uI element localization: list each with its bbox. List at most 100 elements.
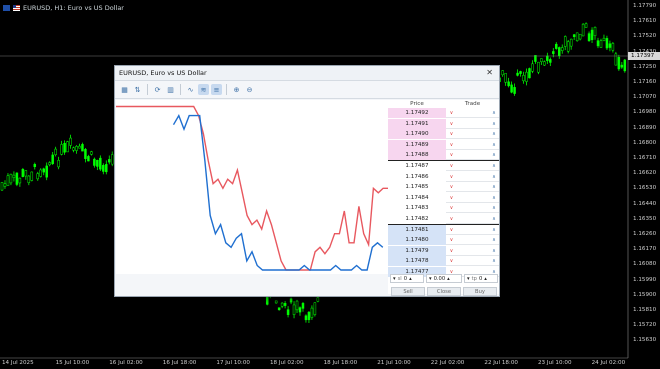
- candle-body: [593, 27, 597, 37]
- depth-row[interactable]: 1.17492 ∨ ∧: [388, 108, 499, 118]
- depth-chart-icon[interactable]: ≋: [198, 84, 209, 95]
- candle-body: [24, 170, 28, 177]
- trade-cell[interactable]: [457, 140, 489, 150]
- chevron-up-icon[interactable]: ∧: [489, 172, 499, 182]
- tick-chart-icon[interactable]: ∿: [185, 84, 196, 95]
- ladder-icon[interactable]: ⇅: [132, 84, 143, 95]
- chevron-up-icon[interactable]: ∧: [489, 119, 499, 129]
- trade-cell[interactable]: [457, 108, 489, 118]
- depth-row[interactable]: 1.17486 ∨ ∧: [388, 171, 499, 182]
- chevron-down-icon[interactable]: ∨: [446, 193, 457, 203]
- depth-row[interactable]: 1.17478 ∨ ∧: [388, 256, 499, 267]
- chevron-up-icon[interactable]: ▴: [484, 276, 487, 282]
- chevron-down-icon[interactable]: ∨: [446, 256, 457, 266]
- chevron-down-icon[interactable]: ▾: [429, 276, 432, 282]
- candle-body: [15, 172, 19, 185]
- chevron-down-icon[interactable]: ∨: [446, 203, 457, 213]
- trade-cell[interactable]: [457, 203, 489, 213]
- trade-cell[interactable]: [457, 161, 489, 171]
- trade-cell[interactable]: [457, 256, 489, 266]
- dialog-titlebar[interactable]: EURUSD, Euro vs US Dollar ✕: [115, 66, 499, 81]
- chevron-up-icon[interactable]: ∧: [489, 108, 499, 118]
- chevron-down-icon[interactable]: ∨: [446, 182, 457, 192]
- chevron-up-icon[interactable]: ∧: [489, 140, 499, 150]
- candle-body: [307, 311, 311, 321]
- chevron-down-icon[interactable]: ∨: [446, 150, 457, 160]
- trade-cell[interactable]: [457, 150, 489, 160]
- trade-cell[interactable]: [457, 225, 489, 235]
- bars-icon[interactable]: ≡: [211, 84, 222, 95]
- chevron-down-icon[interactable]: ∨: [446, 119, 457, 129]
- chevron-down-icon[interactable]: ▾: [467, 276, 470, 282]
- chevron-up-icon[interactable]: ▴: [409, 276, 412, 282]
- chevron-up-icon[interactable]: ∧: [489, 150, 499, 160]
- depth-row[interactable]: 1.17487 ∨ ∧: [388, 161, 499, 171]
- chevron-down-icon[interactable]: ∨: [446, 214, 457, 224]
- close-icon[interactable]: ✕: [486, 68, 493, 77]
- depth-row[interactable]: 1.17489 ∨ ∧: [388, 139, 499, 150]
- columns-icon[interactable]: ▥: [165, 84, 176, 95]
- candle-body: [27, 175, 31, 183]
- chevron-up-icon[interactable]: ▴: [447, 276, 450, 282]
- trade-cell[interactable]: [457, 246, 489, 256]
- chevron-up-icon[interactable]: ∧: [489, 182, 499, 192]
- chevron-down-icon[interactable]: ∨: [446, 108, 457, 118]
- candle-body: [99, 157, 102, 170]
- stop-loss-field[interactable]: ▾ sl 0 ▴: [390, 274, 424, 283]
- trade-cell[interactable]: [457, 172, 489, 182]
- candle-body: [578, 33, 582, 40]
- chevron-down-icon[interactable]: ∨: [446, 225, 457, 235]
- sell-button[interactable]: Sell: [391, 287, 425, 296]
- candle-body: [558, 47, 561, 57]
- candle-body: [563, 36, 567, 47]
- chevron-down-icon[interactable]: ∨: [446, 235, 457, 245]
- chevron-up-icon[interactable]: ∧: [489, 225, 499, 235]
- chevron-down-icon[interactable]: ∨: [446, 140, 457, 150]
- chevron-down-icon[interactable]: ∨: [446, 161, 457, 171]
- trade-cell[interactable]: [457, 235, 489, 245]
- depth-price: 1.17483: [388, 203, 446, 214]
- chevron-up-icon[interactable]: ∧: [489, 235, 499, 245]
- take-profit-field[interactable]: ▾ tp 0 ▴: [464, 274, 498, 283]
- close-position-button[interactable]: Close: [427, 287, 461, 296]
- chevron-up-icon[interactable]: ∧: [489, 161, 499, 171]
- depth-row[interactable]: 1.17480 ∨ ∧: [388, 235, 499, 246]
- candle-body: [45, 165, 48, 178]
- depth-price: 1.17492: [388, 108, 446, 118]
- trade-cell[interactable]: [457, 214, 489, 224]
- buy-button[interactable]: Buy: [463, 287, 497, 296]
- candle-body: [42, 168, 45, 173]
- depth-row[interactable]: 1.17484 ∨ ∧: [388, 192, 499, 203]
- depth-row[interactable]: 1.17490 ∨ ∧: [388, 129, 499, 140]
- depth-of-market-dialog[interactable]: EURUSD, Euro vs US Dollar ✕ ▦ ⇅ ⟳ ▥ ∿ ≋ ≡ ⊕ ⊖ Pr…: [114, 65, 500, 297]
- depth-row[interactable]: 1.17481 ∨ ∧: [388, 224, 499, 235]
- refresh-icon[interactable]: ⟳: [152, 84, 163, 95]
- chevron-up-icon[interactable]: ∧: [489, 193, 499, 203]
- volume-field[interactable]: ▾ 0.00 ▴: [426, 274, 462, 283]
- depth-row[interactable]: 1.17485 ∨ ∧: [388, 182, 499, 193]
- chevron-up-icon[interactable]: ∧: [489, 246, 499, 256]
- zoom-in-icon[interactable]: ⊕: [231, 84, 242, 95]
- depth-row[interactable]: 1.17482 ∨ ∧: [388, 214, 499, 224]
- depth-row[interactable]: 1.17483 ∨ ∧: [388, 203, 499, 214]
- chevron-down-icon[interactable]: ∨: [446, 246, 457, 256]
- chevron-up-icon[interactable]: ∧: [489, 203, 499, 213]
- tick-chart[interactable]: [116, 100, 388, 274]
- trade-cell[interactable]: [457, 193, 489, 203]
- depth-row[interactable]: 1.17479 ∨ ∧: [388, 245, 499, 256]
- order-buttons: Sell Close Buy: [388, 287, 499, 297]
- chevron-up-icon[interactable]: ∧: [489, 214, 499, 224]
- chevron-down-icon[interactable]: ▾: [393, 276, 396, 282]
- chart-settings-icon[interactable]: ▦: [119, 84, 130, 95]
- candle-body: [599, 40, 603, 48]
- trade-cell[interactable]: [457, 129, 489, 139]
- trade-cell[interactable]: [457, 182, 489, 192]
- zoom-out-icon[interactable]: ⊖: [244, 84, 255, 95]
- depth-row[interactable]: 1.17488 ∨ ∧: [388, 150, 499, 161]
- chevron-up-icon[interactable]: ∧: [489, 129, 499, 139]
- depth-row[interactable]: 1.17491 ∨ ∧: [388, 118, 499, 129]
- chevron-up-icon[interactable]: ∧: [489, 256, 499, 266]
- chevron-down-icon[interactable]: ∨: [446, 129, 457, 139]
- trade-cell[interactable]: [457, 119, 489, 129]
- chevron-down-icon[interactable]: ∨: [446, 172, 457, 182]
